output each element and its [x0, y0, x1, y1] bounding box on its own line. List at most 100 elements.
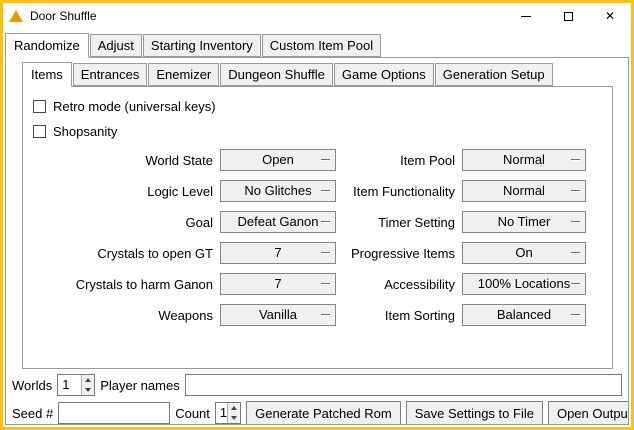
logic-level-label: Logic Level	[31, 184, 213, 199]
timer-setting-dropdown[interactable]: No Timer	[462, 211, 586, 233]
settings-grid: World State Open Item Pool Normal Logic …	[31, 149, 612, 326]
save-settings-button[interactable]: Save Settings to File	[406, 401, 543, 425]
settings-notebook: Items Entrances Enemizer Dungeon Shuffle…	[22, 62, 613, 369]
dropdown-indicator-icon	[321, 252, 330, 253]
dropdown-value: Normal	[463, 150, 585, 170]
tab-generation-setup[interactable]: Generation Setup	[435, 63, 553, 86]
arrow-up-icon	[231, 406, 237, 410]
worlds-spinner-arrows	[81, 375, 94, 395]
dropdown-value: Open	[221, 150, 335, 170]
tab-entrances[interactable]: Entrances	[73, 63, 148, 86]
minimize-icon	[521, 16, 531, 17]
crystals-open-gt-label: Crystals to open GT	[31, 246, 213, 261]
dropdown-indicator-icon	[321, 221, 330, 222]
crystals-open-gt-dropdown[interactable]: 7	[220, 242, 336, 264]
spin-up-button[interactable]	[228, 403, 240, 413]
weapons-label: Weapons	[31, 308, 213, 323]
tab-enemizer[interactable]: Enemizer	[148, 63, 219, 86]
progressive-items-label: Progressive Items	[343, 246, 455, 261]
dropdown-value: Vanilla	[221, 305, 335, 325]
crystals-harm-ganon-label: Crystals to harm Ganon	[31, 277, 213, 292]
tab-dungeon-shuffle[interactable]: Dungeon Shuffle	[220, 63, 333, 86]
timer-setting-label: Timer Setting	[343, 215, 455, 230]
accessibility-dropdown[interactable]: 100% Locations	[462, 273, 586, 295]
dropdown-indicator-icon	[321, 283, 330, 284]
count-label: Count	[175, 406, 210, 421]
spin-up-button[interactable]	[82, 375, 94, 385]
worlds-row: Worlds 1 Player names	[12, 374, 622, 396]
item-sorting-label: Item Sorting	[343, 308, 455, 323]
count-spinner-arrows	[227, 403, 240, 423]
item-functionality-dropdown[interactable]: Normal	[462, 180, 586, 202]
world-state-dropdown[interactable]: Open	[220, 149, 336, 171]
arrow-down-icon	[85, 388, 91, 392]
count-value: 1	[216, 403, 227, 423]
dropdown-indicator-icon	[321, 190, 330, 191]
dropdown-indicator-icon	[321, 314, 330, 315]
window-title: Door Shuffle	[30, 9, 97, 23]
dropdown-indicator-icon	[571, 159, 580, 160]
titlebar[interactable]: Door Shuffle ✕	[3, 3, 631, 29]
shopsanity-checkbox[interactable]	[33, 125, 46, 138]
seed-label: Seed #	[12, 406, 53, 421]
tab-starting-inventory[interactable]: Starting Inventory	[143, 34, 261, 57]
minimize-button[interactable]	[505, 3, 547, 29]
close-button[interactable]: ✕	[589, 3, 631, 29]
spin-down-button[interactable]	[82, 385, 94, 395]
dropdown-value: 100% Locations	[463, 274, 585, 294]
weapons-dropdown[interactable]: Vanilla	[220, 304, 336, 326]
dropdown-indicator-icon	[571, 190, 580, 191]
arrow-down-icon	[231, 416, 237, 420]
maximize-button[interactable]	[547, 3, 589, 29]
player-names-label: Player names	[100, 378, 179, 393]
logic-level-dropdown[interactable]: No Glitches	[220, 180, 336, 202]
player-names-input[interactable]	[185, 374, 622, 396]
open-output-directory-button[interactable]: Open Output Directory	[548, 401, 629, 425]
goal-label: Goal	[31, 215, 213, 230]
retro-mode-checkbox[interactable]	[33, 100, 46, 113]
dropdown-value: Balanced	[463, 305, 585, 325]
goal-dropdown[interactable]: Defeat Ganon	[220, 211, 336, 233]
world-state-label: World State	[31, 153, 213, 168]
tab-game-options[interactable]: Game Options	[334, 63, 434, 86]
dropdown-value: 7	[221, 243, 335, 263]
client-area: Randomize Adjust Starting Inventory Cust…	[3, 29, 631, 427]
seed-row: Seed # Count 1 Generate Patched Rom Save…	[12, 401, 622, 425]
dropdown-value: On	[463, 243, 585, 263]
generate-patched-rom-button[interactable]: Generate Patched Rom	[246, 401, 401, 425]
crystals-harm-ganon-dropdown[interactable]: 7	[220, 273, 336, 295]
caption-buttons: ✕	[505, 3, 631, 29]
tab-randomize[interactable]: Randomize	[5, 33, 89, 58]
item-functionality-label: Item Functionality	[343, 184, 455, 199]
item-sorting-dropdown[interactable]: Balanced	[462, 304, 586, 326]
arrow-up-icon	[85, 378, 91, 382]
seed-input[interactable]	[58, 402, 170, 424]
item-pool-label: Item Pool	[343, 153, 455, 168]
spin-down-button[interactable]	[228, 413, 240, 423]
worlds-spinner[interactable]: 1	[57, 374, 95, 396]
retro-mode-label: Retro mode (universal keys)	[53, 99, 216, 114]
item-pool-dropdown[interactable]: Normal	[462, 149, 586, 171]
dropdown-indicator-icon	[571, 221, 580, 222]
tab-items[interactable]: Items	[22, 62, 72, 87]
footer-controls: Worlds 1 Player names Seed # Count	[6, 369, 628, 425]
dropdown-value: Normal	[463, 181, 585, 201]
app-window: Door Shuffle ✕ Randomize Adjust Starting…	[0, 0, 634, 430]
tab-custom-item-pool[interactable]: Custom Item Pool	[262, 34, 381, 57]
progressive-items-dropdown[interactable]: On	[462, 242, 586, 264]
sub-tabbar: Items Entrances Enemizer Dungeon Shuffle…	[22, 62, 613, 86]
accessibility-label: Accessibility	[343, 277, 455, 292]
worlds-label: Worlds	[12, 378, 52, 393]
randomize-tab-panel: Items Entrances Enemizer Dungeon Shuffle…	[5, 57, 629, 425]
retro-mode-row: Retro mode (universal keys)	[33, 99, 612, 114]
tab-adjust[interactable]: Adjust	[90, 34, 142, 57]
main-tabbar: Randomize Adjust Starting Inventory Cust…	[5, 33, 629, 57]
shopsanity-label: Shopsanity	[53, 124, 117, 139]
close-icon: ✕	[605, 10, 615, 22]
dropdown-indicator-icon	[321, 159, 330, 160]
count-spinner[interactable]: 1	[215, 402, 241, 424]
app-icon	[9, 10, 23, 22]
worlds-value: 1	[58, 375, 81, 395]
dropdown-indicator-icon	[571, 314, 580, 315]
shopsanity-row: Shopsanity	[33, 124, 612, 139]
